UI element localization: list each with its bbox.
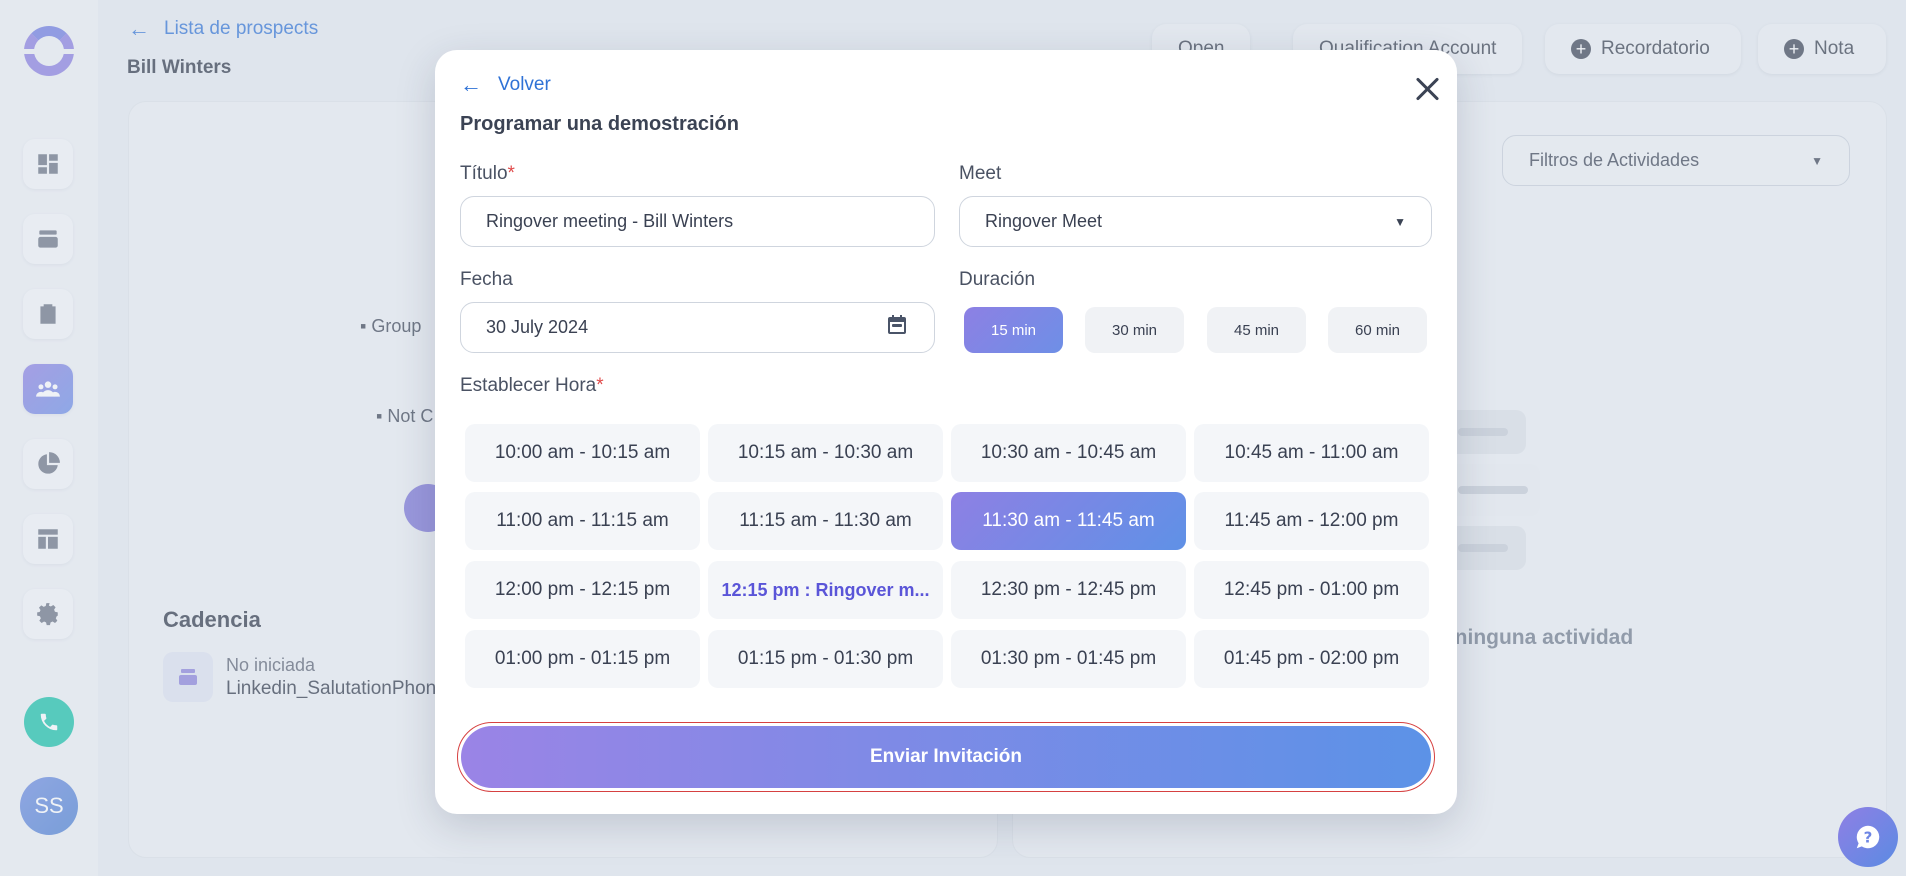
help-icon[interactable]: ? [1838, 807, 1898, 867]
modal-back-link[interactable]: ← Volver [460, 74, 551, 96]
time-slot[interactable]: 12:45 pm - 01:00 pm [1194, 561, 1429, 619]
send-invitation-button-focus-ring: Enviar Invitación [457, 722, 1435, 792]
svg-text:?: ? [1864, 829, 1873, 847]
duration-label: Duración [959, 269, 1036, 290]
date-label: Fecha [460, 269, 513, 290]
meet-select[interactable]: Ringover Meet ▼ [959, 196, 1432, 247]
title-label: Título* [460, 163, 515, 184]
time-slot[interactable]: 12:00 pm - 12:15 pm [465, 561, 700, 619]
time-slot[interactable]: 01:00 pm - 01:15 pm [465, 630, 700, 688]
duration-45-button[interactable]: 45 min [1207, 307, 1306, 353]
time-slot[interactable]: 01:30 pm - 01:45 pm [951, 630, 1186, 688]
time-slot[interactable]: 12:30 pm - 12:45 pm [951, 561, 1186, 619]
send-invitation-button[interactable]: Enviar Invitación [461, 726, 1431, 788]
time-slot-booked[interactable]: 12:15 pm : Ringover m... [708, 561, 943, 619]
arrow-left-icon: ← [460, 72, 482, 97]
duration-15-button[interactable]: 15 min [964, 307, 1063, 353]
time-slot[interactable]: 10:45 am - 11:00 am [1194, 424, 1429, 482]
time-slot[interactable]: 11:45 am - 12:00 pm [1194, 492, 1429, 550]
time-slot[interactable]: 10:00 am - 10:15 am [465, 424, 700, 482]
calendar-icon[interactable] [885, 313, 909, 342]
date-picker[interactable]: 30 July 2024 [460, 302, 935, 353]
duration-30-button[interactable]: 30 min [1085, 307, 1184, 353]
time-slot[interactable]: 10:15 am - 10:30 am [708, 424, 943, 482]
time-slot[interactable]: 01:15 pm - 01:30 pm [708, 630, 943, 688]
duration-60-button[interactable]: 60 min [1328, 307, 1427, 353]
time-slot[interactable]: 11:00 am - 11:15 am [465, 492, 700, 550]
time-slot[interactable]: 11:15 am - 11:30 am [708, 492, 943, 550]
schedule-demo-modal: ← Volver Programar una demostración Títu… [435, 50, 1457, 814]
time-label: Establecer Hora* [460, 375, 604, 396]
caret-down-icon: ▼ [1394, 214, 1406, 229]
time-slot-selected[interactable]: 11:30 am - 11:45 am [951, 492, 1186, 550]
time-slot[interactable]: 01:45 pm - 02:00 pm [1194, 630, 1429, 688]
close-icon[interactable] [1414, 76, 1440, 102]
meet-label: Meet [959, 163, 1002, 184]
modal-title: Programar una demostración [460, 113, 739, 135]
title-input[interactable]: Ringover meeting - Bill Winters [460, 196, 935, 247]
time-slot[interactable]: 10:30 am - 10:45 am [951, 424, 1186, 482]
